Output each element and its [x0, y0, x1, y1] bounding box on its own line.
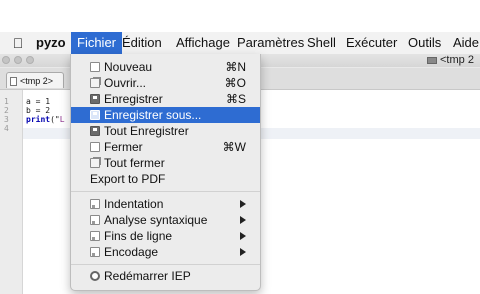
menu-executer[interactable]: Exécuter [346, 32, 397, 54]
menu-item-label: Encodage [104, 245, 159, 259]
document-icon [427, 56, 437, 64]
menu-item-label: Enregistrer [104, 92, 163, 106]
submenu-arrow-icon [240, 248, 246, 256]
code-line: print("L [26, 116, 65, 124]
menu-affichage[interactable]: Affichage [176, 32, 230, 54]
menu-parametres[interactable]: Paramètres [237, 32, 304, 54]
menu-item-label: Tout fermer [104, 156, 165, 170]
minimize-window-button[interactable] [14, 56, 22, 64]
tab-tmp2[interactable]: <tmp 2> [6, 72, 64, 88]
menu-separator [71, 191, 260, 192]
menu-item-label: Redémarrer IEP [104, 269, 191, 283]
submenu-arrow-icon [240, 232, 246, 240]
menu-item-label: Fins de ligne [104, 229, 173, 243]
menu-item-label: Analyse syntaxique [104, 213, 208, 227]
close-all-icon [90, 158, 100, 168]
menu-item-fins-de-ligne[interactable]: Fins de ligne [71, 228, 260, 244]
zoom-window-button[interactable] [26, 56, 34, 64]
menu-item-label: Fermer [104, 140, 143, 154]
tab-label: <tmp 2> [20, 76, 54, 86]
menu-item-label: Nouveau [104, 60, 153, 74]
menu-item-shortcut: ⌘W [222, 140, 246, 154]
window-title-text: <tmp 2 [440, 54, 474, 66]
apple-menu-icon[interactable]:  [10, 32, 26, 54]
line-number: 2 [4, 106, 9, 115]
save-icon [90, 94, 100, 104]
menu-item-enregistrer-sous[interactable]: Enregistrer sous... [71, 107, 260, 123]
code-line: b = 2 [26, 106, 51, 115]
code-line: a = 1 [26, 97, 51, 106]
menu-item-nouveau[interactable]: Nouveau ⌘N [71, 59, 260, 75]
menu-item-label: Tout Enregistrer [104, 124, 189, 138]
menu-item-redemarrer-iep[interactable]: Redémarrer IEP [71, 268, 260, 284]
close-file-icon [90, 142, 100, 152]
menu-bar:  pyzo Fichier Édition Affichage Paramèt… [0, 32, 480, 55]
menu-item-shortcut: ⌘N [225, 60, 246, 74]
menu-item-label: Indentation [104, 197, 164, 211]
menu-item-label: Export to PDF [90, 172, 166, 186]
open-folder-icon [90, 78, 100, 88]
menu-item-indentation[interactable]: Indentation [71, 196, 260, 212]
encoding-icon [90, 247, 100, 257]
syntax-icon [90, 215, 100, 225]
new-file-icon [90, 62, 100, 72]
menu-item-encodage[interactable]: Encodage [71, 244, 260, 260]
code-string: L [59, 115, 65, 124]
submenu-arrow-icon [240, 216, 246, 224]
line-number-gutter: 1 2 3 4 [0, 90, 23, 294]
menu-item-enregistrer[interactable]: Enregistrer ⌘S [71, 91, 260, 107]
line-endings-icon [90, 231, 100, 241]
submenu-arrow-icon [240, 200, 246, 208]
menu-item-fermer[interactable]: Fermer ⌘W [71, 139, 260, 155]
indent-icon [90, 199, 100, 209]
menu-item-tout-fermer[interactable]: Tout fermer [71, 155, 260, 171]
window-title: <tmp 2 [427, 54, 474, 67]
restart-icon [90, 271, 100, 281]
menu-fichier[interactable]: Fichier [71, 32, 123, 54]
menu-app-name[interactable]: pyzo [36, 32, 66, 54]
fichier-dropdown-menu: Nouveau ⌘N Ouvrir... ⌘O Enregistrer ⌘S E… [70, 54, 261, 291]
menu-item-analyse-syntaxique[interactable]: Analyse syntaxique [71, 212, 260, 228]
code-keyword: print [26, 115, 51, 124]
file-icon [10, 77, 17, 86]
menu-item-ouvrir[interactable]: Ouvrir... ⌘O [71, 75, 260, 91]
line-number: 1 [4, 97, 9, 106]
close-window-button[interactable] [2, 56, 10, 64]
code-text: (" [50, 115, 60, 124]
menu-item-tout-enregistrer[interactable]: Tout Enregistrer [71, 123, 260, 139]
menu-aide[interactable]: Aide [453, 32, 479, 54]
menu-separator [71, 264, 260, 265]
menu-item-shortcut: ⌘O [224, 76, 246, 90]
menu-outils[interactable]: Outils [408, 32, 441, 54]
line-number: 3 [4, 115, 9, 124]
menu-shell[interactable]: Shell [307, 32, 336, 54]
save-as-icon [90, 110, 100, 120]
line-number: 4 [4, 124, 9, 133]
menu-edition[interactable]: Édition [122, 32, 162, 54]
menu-item-label: Enregistrer sous... [104, 108, 202, 122]
menu-item-label: Ouvrir... [104, 76, 147, 90]
menu-item-shortcut: ⌘S [225, 92, 246, 106]
menu-item-export-pdf[interactable]: Export to PDF [71, 171, 260, 187]
save-all-icon [90, 126, 100, 136]
